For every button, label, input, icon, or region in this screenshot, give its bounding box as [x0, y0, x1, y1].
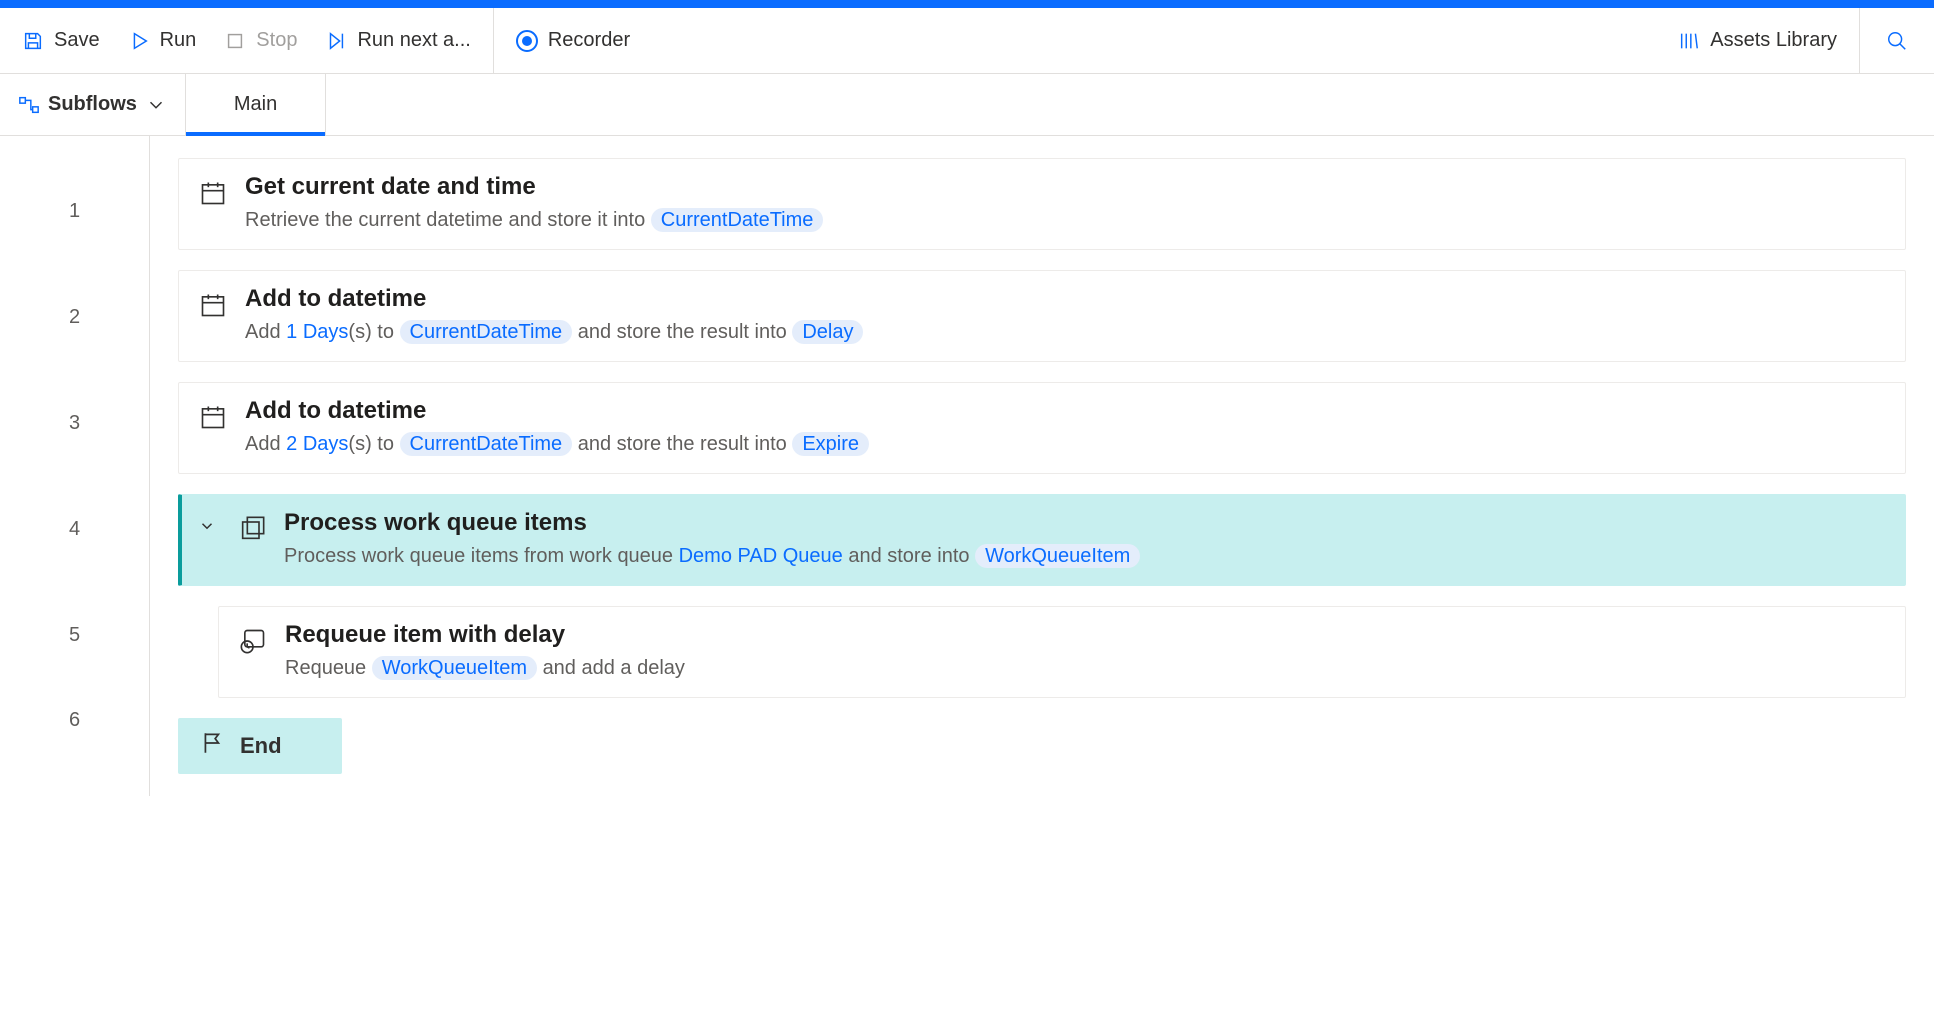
text: Process work queue items from work queue — [284, 545, 679, 567]
variable-token[interactable]: CurrentDateTime — [400, 320, 573, 344]
action-requeue-item[interactable]: Requeue item with delay Requeue WorkQueu… — [218, 606, 1906, 698]
stop-button: Stop — [210, 21, 311, 60]
value: 2 Days — [286, 433, 348, 455]
line-number: 3 — [0, 370, 149, 476]
recorder-icon — [516, 30, 538, 52]
stop-label: Stop — [256, 29, 297, 52]
action-title: Add to datetime — [245, 285, 863, 313]
toolbar-divider — [493, 8, 494, 74]
queue-icon — [238, 515, 266, 548]
assets-library-button[interactable]: Assets Library — [1664, 21, 1851, 60]
subflows-dropdown[interactable]: Subflows — [0, 74, 186, 135]
action-title: Add to datetime — [245, 397, 869, 425]
toolbar: Save Run Stop Run next a... Recorder Ass… — [0, 8, 1934, 74]
text: and add a delay — [543, 657, 685, 679]
text: Requeue — [285, 657, 372, 679]
run-button[interactable]: Run — [114, 21, 211, 60]
collapse-toggle[interactable] — [198, 517, 216, 540]
value: 1 Days — [286, 321, 348, 343]
tab-main[interactable]: Main — [186, 74, 326, 135]
subflows-label: Subflows — [48, 93, 137, 116]
action-add-datetime[interactable]: Add to datetime Add 1 Days(s) to Current… — [178, 270, 1906, 362]
line-number: 6 — [0, 688, 149, 752]
variable-token[interactable]: Delay — [792, 320, 863, 344]
action-process-queue[interactable]: Process work queue items Process work qu… — [178, 494, 1906, 586]
action-add-datetime[interactable]: Add to datetime Add 2 Days(s) to Current… — [178, 382, 1906, 474]
variable-token[interactable]: CurrentDateTime — [400, 432, 573, 456]
recorder-button[interactable]: Recorder — [502, 21, 644, 60]
save-button[interactable]: Save — [8, 21, 114, 60]
flag-icon — [200, 730, 226, 762]
action-subtitle: Add 2 Days(s) to CurrentDateTime and sto… — [245, 429, 869, 459]
line-number: 4 — [0, 476, 149, 582]
line-gutter: 1 2 3 4 5 6 — [0, 136, 150, 796]
action-subtitle: Process work queue items from work queue… — [284, 541, 1140, 571]
calendar-icon — [199, 403, 227, 436]
save-label: Save — [54, 29, 100, 52]
variable-token[interactable]: WorkQueueItem — [372, 656, 537, 680]
calendar-icon — [199, 291, 227, 324]
search-icon — [1886, 30, 1908, 52]
queue-name: Demo PAD Queue — [679, 545, 843, 567]
end-label: End — [240, 733, 282, 759]
line-number: 5 — [0, 582, 149, 688]
play-icon — [128, 30, 150, 52]
subflows-icon — [18, 94, 40, 116]
run-label: Run — [160, 29, 197, 52]
search-button[interactable] — [1868, 22, 1926, 60]
toolbar-divider-2 — [1859, 8, 1860, 74]
requeue-icon — [239, 627, 267, 660]
library-icon — [1678, 30, 1700, 52]
text: Add — [245, 321, 286, 343]
step-icon — [325, 30, 347, 52]
steps-column: Get current date and time Retrieve the c… — [150, 136, 1934, 796]
action-title: Get current date and time — [245, 173, 823, 201]
text: and store into — [843, 545, 975, 567]
run-next-button[interactable]: Run next a... — [311, 21, 484, 60]
save-icon — [22, 30, 44, 52]
text: (s) to — [348, 321, 399, 343]
variable-token[interactable]: CurrentDateTime — [651, 208, 824, 232]
assets-library-label: Assets Library — [1710, 29, 1837, 52]
text: (s) to — [348, 433, 399, 455]
stop-icon — [224, 30, 246, 52]
flow-area: 1 2 3 4 5 6 Get current date and time Re… — [0, 136, 1934, 796]
variable-token[interactable]: WorkQueueItem — [975, 544, 1140, 568]
text: and store the result into — [578, 321, 793, 343]
action-get-datetime[interactable]: Get current date and time Retrieve the c… — [178, 158, 1906, 250]
line-number: 1 — [0, 158, 149, 264]
action-subtitle: Retrieve the current datetime and store … — [245, 205, 823, 235]
line-number: 2 — [0, 264, 149, 370]
window-accent-bar — [0, 0, 1934, 8]
text: Add — [245, 433, 286, 455]
run-next-label: Run next a... — [357, 29, 470, 52]
text: Retrieve the current datetime and store … — [245, 209, 651, 231]
chevron-down-icon — [145, 94, 167, 116]
tab-main-label: Main — [234, 93, 277, 116]
action-end[interactable]: End — [178, 718, 342, 774]
calendar-icon — [199, 179, 227, 212]
action-title: Process work queue items — [284, 509, 1140, 537]
action-subtitle: Add 1 Days(s) to CurrentDateTime and sto… — [245, 317, 863, 347]
action-subtitle: Requeue WorkQueueItem and add a delay — [285, 653, 685, 683]
action-title: Requeue item with delay — [285, 621, 685, 649]
recorder-label: Recorder — [548, 29, 630, 52]
variable-token[interactable]: Expire — [792, 432, 869, 456]
tabs-row: Subflows Main — [0, 74, 1934, 136]
text: and store the result into — [578, 433, 793, 455]
